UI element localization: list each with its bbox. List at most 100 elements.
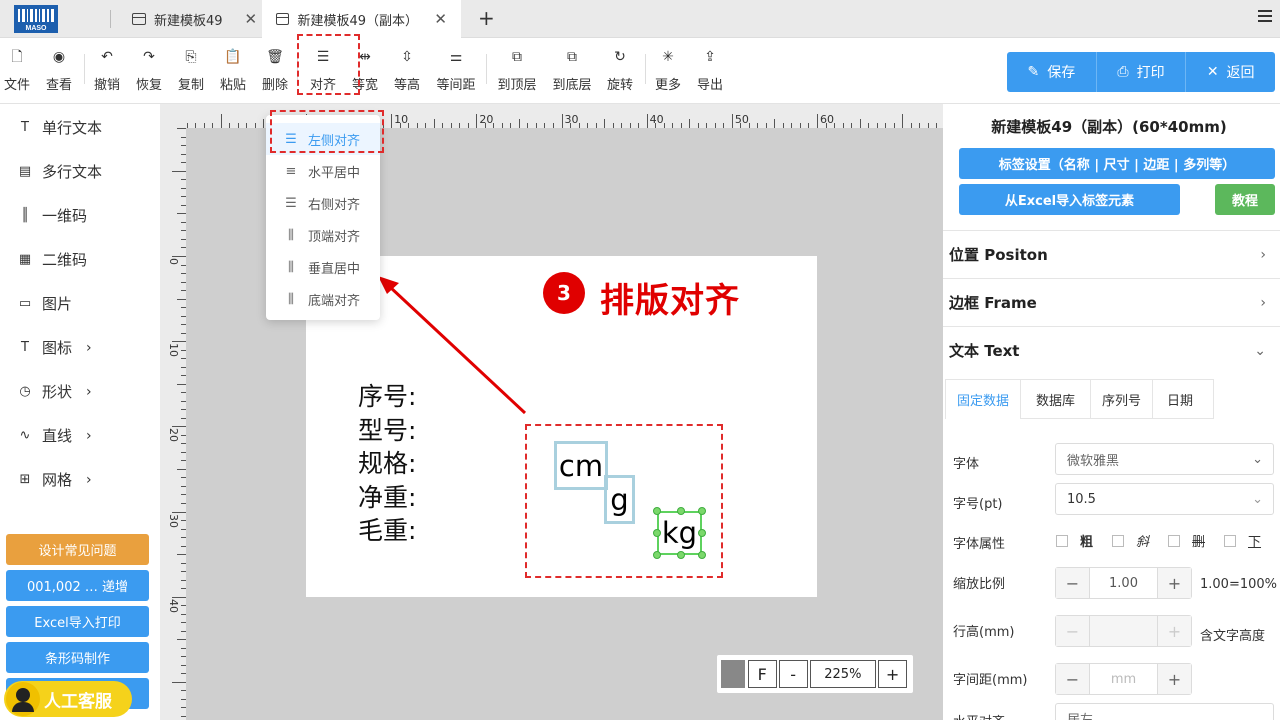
fit-button[interactable]: F bbox=[747, 660, 777, 688]
add-tab-button[interactable]: + bbox=[478, 6, 495, 30]
zoom-in-button[interactable]: + bbox=[878, 660, 908, 688]
toolbar-view-button[interactable]: ◉ 查看 bbox=[37, 46, 81, 93]
line-height-value[interactable] bbox=[1089, 616, 1158, 646]
toolbar-same-height-button[interactable]: ⇳ 等高 bbox=[385, 46, 429, 93]
label-field[interactable]: 型号: bbox=[358, 414, 416, 448]
tab-fixed-data[interactable]: 固定数据 bbox=[945, 379, 1022, 419]
save-button[interactable]: ✎ 保存 bbox=[1007, 52, 1097, 92]
sidebar-item-image[interactable]: ▭ 图片 bbox=[16, 293, 72, 314]
sidebar-item-qrcode[interactable]: ▦ 二维码 bbox=[16, 249, 87, 270]
toolbar-redo-button[interactable]: ↷ 恢复 bbox=[127, 46, 171, 93]
scale-stepper[interactable]: − 1.00 + bbox=[1055, 567, 1192, 599]
text-element-cm[interactable]: cm bbox=[554, 441, 608, 490]
horizontal-align-select[interactable]: 居左 bbox=[1055, 703, 1274, 720]
font-size-select[interactable]: 10.5 ⌄ bbox=[1055, 483, 1274, 515]
toolbar-delete-button[interactable]: 🗑 删除 bbox=[253, 46, 297, 93]
line-height-stepper[interactable]: − + bbox=[1055, 615, 1192, 647]
toolbar-file-button[interactable]: 🗋 文件 bbox=[0, 46, 39, 93]
toolbar-send-back-button[interactable]: ⧉ 到底层 bbox=[550, 46, 594, 93]
hamburger-menu-icon[interactable] bbox=[1258, 10, 1272, 22]
decrement-button[interactable]: − bbox=[1056, 616, 1089, 646]
sidebar-item-icon[interactable]: T 图标 › bbox=[16, 337, 92, 358]
decrement-button[interactable]: − bbox=[1056, 568, 1089, 598]
tutorial-button[interactable]: 教程 bbox=[1215, 184, 1275, 215]
resize-handle[interactable] bbox=[698, 507, 706, 515]
label-field[interactable]: 净重: bbox=[358, 481, 416, 515]
resize-handle[interactable] bbox=[653, 551, 661, 559]
ruler-tick bbox=[765, 123, 767, 128]
scale-value[interactable]: 1.00 bbox=[1089, 568, 1158, 598]
italic-checkbox[interactable]: 斜 bbox=[1112, 531, 1149, 550]
strikethrough-checkbox[interactable]: 删 bbox=[1168, 531, 1205, 550]
toolbar-equal-spacing-button[interactable]: ⚌ 等间距 bbox=[434, 46, 478, 93]
label-field[interactable]: 序号: bbox=[358, 380, 416, 414]
toolbar-rotate-button[interactable]: ↻ 旋转 bbox=[598, 46, 642, 93]
zoom-out-button[interactable]: - bbox=[778, 660, 808, 688]
ruler-tick bbox=[181, 477, 186, 479]
toolbar-export-button[interactable]: ⇪ 导出 bbox=[688, 46, 732, 93]
barcode-making-button[interactable]: 条形码制作 bbox=[6, 642, 149, 673]
section-position[interactable]: 位置 Positon › bbox=[943, 230, 1280, 278]
step-number-badge: 3 bbox=[543, 272, 585, 314]
resize-handle[interactable] bbox=[653, 507, 661, 515]
tab-serial-number[interactable]: 序列号 bbox=[1091, 379, 1154, 419]
tab-template-49[interactable]: 新建模板49 ✕ bbox=[118, 0, 271, 38]
letter-spacing-stepper[interactable]: − mm + bbox=[1055, 663, 1192, 695]
label-field[interactable]: 规格: bbox=[358, 447, 416, 481]
excel-import-elements-button[interactable]: 从Excel导入标签元素 bbox=[959, 184, 1180, 215]
label-field-list[interactable]: 序号: 型号: 规格: 净重: 毛重: bbox=[358, 380, 416, 548]
increment-button[interactable]: + bbox=[1158, 568, 1191, 598]
resize-handle[interactable] bbox=[677, 507, 685, 515]
toolbar-paste-button[interactable]: 📋 粘贴 bbox=[211, 46, 255, 93]
background-color-swatch[interactable] bbox=[721, 660, 745, 688]
label-field[interactable]: 毛重: bbox=[358, 514, 416, 548]
toolbar-undo-button[interactable]: ↶ 撤销 bbox=[85, 46, 129, 93]
resize-handle[interactable] bbox=[698, 529, 706, 537]
align-bottom-option[interactable]: ⫼ 底端对齐 bbox=[266, 283, 380, 315]
print-button[interactable]: ⎙ 打印 bbox=[1096, 52, 1187, 92]
decrement-button[interactable]: − bbox=[1056, 664, 1089, 694]
sidebar-item-multi-line-text[interactable]: ▤ 多行文本 bbox=[16, 161, 102, 182]
align-top-option[interactable]: ⫼ 顶端对齐 bbox=[266, 219, 380, 251]
sidebar-item-single-line-text[interactable]: T 单行文本 bbox=[16, 117, 102, 138]
sidebar-item-shape[interactable]: ◷ 形状 › bbox=[16, 381, 91, 402]
excel-import-print-button[interactable]: Excel导入打印 bbox=[6, 606, 149, 637]
resize-handle[interactable] bbox=[677, 551, 685, 559]
customer-service-button[interactable]: 人工客服 bbox=[4, 681, 132, 717]
bold-checkbox[interactable]: 粗 bbox=[1056, 531, 1093, 550]
ruler-tick bbox=[501, 123, 503, 128]
increment-button[interactable]: 001,002 … 递增 bbox=[6, 570, 149, 601]
ruler-tick bbox=[186, 123, 188, 128]
resize-handle[interactable] bbox=[653, 529, 661, 537]
toolbar-more-button[interactable]: ✳ 更多 bbox=[646, 46, 690, 93]
sidebar-item-grid[interactable]: ⊞ 网格 › bbox=[16, 469, 92, 490]
align-middle-vertical-option[interactable]: ⫼ 垂直居中 bbox=[266, 251, 380, 283]
toolbar-bring-front-button[interactable]: ⧉ 到顶层 bbox=[495, 46, 539, 93]
toolbar-copy-button[interactable]: ⎘ 复制 bbox=[169, 46, 213, 93]
font-select[interactable]: 微软雅黑 ⌄ bbox=[1055, 443, 1274, 475]
letter-spacing-value[interactable]: mm bbox=[1089, 664, 1158, 694]
tab-template-49-copy[interactable]: 新建模板49（副本） ✕ bbox=[262, 0, 461, 38]
close-icon[interactable]: ✕ bbox=[434, 10, 447, 28]
ruler-label: 20 bbox=[479, 113, 494, 126]
align-right-option[interactable]: ☰ 右侧对齐 bbox=[266, 187, 380, 219]
section-text[interactable]: 文本 Text ⌄ bbox=[943, 326, 1280, 374]
font-size-label: 字号(pt) bbox=[953, 497, 1003, 512]
label-settings-button[interactable]: 标签设置（名称 | 尺寸 | 边距 | 多列等） bbox=[959, 148, 1275, 179]
sidebar-item-line[interactable]: ∿ 直线 › bbox=[16, 425, 92, 446]
increment-button[interactable]: + bbox=[1158, 616, 1191, 646]
text-element-g[interactable]: g bbox=[604, 475, 635, 524]
zoom-level-field[interactable]: 225% bbox=[809, 660, 877, 688]
resize-handle[interactable] bbox=[698, 551, 706, 559]
design-faq-button[interactable]: 设计常见问题 bbox=[6, 534, 149, 565]
align-center-horizontal-option[interactable]: ≡ 水平居中 bbox=[266, 155, 380, 187]
tab-date[interactable]: 日期 bbox=[1153, 379, 1215, 419]
section-frame[interactable]: 边框 Frame › bbox=[943, 278, 1280, 326]
back-button[interactable]: ✕ 返回 bbox=[1186, 52, 1275, 92]
text-element-kg[interactable]: kg bbox=[657, 511, 702, 555]
sidebar-item-barcode[interactable]: ║ 一维码 bbox=[16, 205, 87, 226]
underline-checkbox[interactable]: 下 bbox=[1224, 531, 1261, 550]
increment-button[interactable]: + bbox=[1158, 664, 1191, 694]
tab-database[interactable]: 数据库 bbox=[1021, 379, 1092, 419]
close-icon[interactable]: ✕ bbox=[245, 10, 258, 28]
